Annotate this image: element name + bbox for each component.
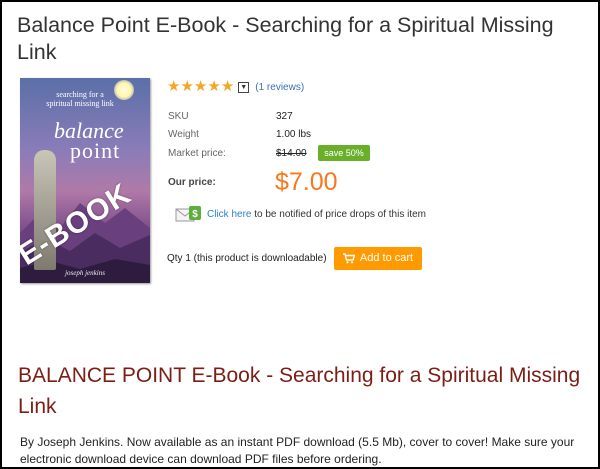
cover-title-point: point <box>70 138 121 163</box>
dropdown-icon[interactable]: ▼ <box>238 81 250 93</box>
add-to-cart-label: Add to cart <box>359 252 414 264</box>
market-price-label: Market price: <box>168 148 226 159</box>
cover-subtitle-line2: spiritual missing link <box>46 99 114 108</box>
product-cover-image[interactable]: searching for a spiritual missing link b… <box>20 78 150 283</box>
envelope-dollar-icon[interactable]: $ <box>175 205 203 223</box>
cart-icon <box>342 253 355 264</box>
page-frame: Balance Point E-Book - Searching for a S… <box>0 0 600 469</box>
sku-value: 327 <box>276 111 293 122</box>
product-rating: ★★★★★ ▼ (1 reviews) <box>167 79 304 95</box>
star-icon[interactable]: ★ <box>167 78 180 95</box>
description-heading: BALANCE POINT E-Book - Searching for a S… <box>18 364 581 418</box>
cover-subtitle: searching for a spiritual missing link <box>20 90 140 108</box>
notify-description: to be notified of price drops of this it… <box>254 208 427 220</box>
market-price-value: $14.00 <box>276 148 307 159</box>
save-badge: save 50% <box>318 145 370 161</box>
star-icon[interactable]: ★ <box>194 78 207 95</box>
star-rating-icons[interactable]: ★★★★★ <box>167 79 234 95</box>
our-price-value: $7.00 <box>275 168 338 196</box>
our-price-label: Our price: <box>168 177 216 188</box>
reviews-link[interactable]: (1 reviews) <box>255 82 304 93</box>
star-icon[interactable]: ★ <box>221 78 234 95</box>
quantity-text: Qty 1 (this product is downloadable) <box>167 253 327 264</box>
star-icon[interactable]: ★ <box>180 78 193 95</box>
price-drop-notify: $ Click here to be notified of price dro… <box>175 205 426 223</box>
cover-subtitle-line1: searching for a <box>56 90 104 99</box>
sku-label: SKU <box>168 111 189 122</box>
product-title: Balance Point E-Book - Searching for a S… <box>17 13 554 64</box>
weight-value: 1.00 lbs <box>276 129 312 140</box>
notify-click-here-link[interactable]: Click here <box>207 209 251 220</box>
description-text: By Joseph Jenkins. Now available as an i… <box>20 435 575 466</box>
notify-text: Click here to be notified of price drops… <box>207 209 426 220</box>
add-to-cart-button[interactable]: Add to cart <box>334 247 422 270</box>
weight-label: Weight <box>168 129 199 140</box>
star-icon[interactable]: ★ <box>207 78 220 95</box>
cover-author: joseph jenkins <box>65 269 105 277</box>
svg-text:$: $ <box>192 209 198 220</box>
